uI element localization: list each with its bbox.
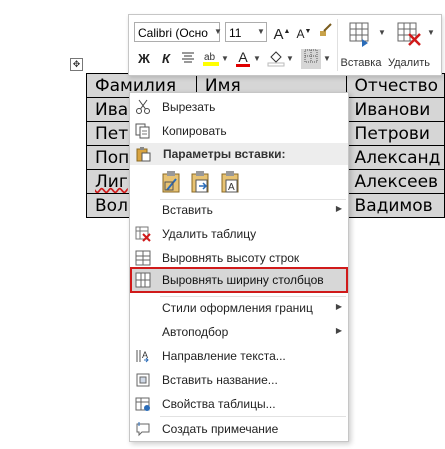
distribute-columns-icon xyxy=(135,272,151,288)
shrink-font-button[interactable]: A▼ xyxy=(294,22,314,42)
table-cell[interactable]: Александ xyxy=(345,145,445,170)
delete-table-icon xyxy=(397,22,421,46)
menu-item-label: Удалить таблицу xyxy=(162,227,257,241)
highlight-dropdown-icon[interactable]: ▼ xyxy=(219,49,231,69)
shrink-font-label: A xyxy=(296,27,305,41)
menu-item-autofit[interactable]: Автоподбор ▶ xyxy=(130,321,348,343)
font-name-dropdown-icon[interactable]: ▼ xyxy=(212,22,224,42)
scissors-icon xyxy=(136,99,150,114)
new-comment-icon xyxy=(136,422,150,437)
table-cell[interactable]: Иванови xyxy=(345,97,445,122)
insert-caption-icon xyxy=(136,373,150,387)
text-direction-icon: A xyxy=(136,350,149,363)
toolbar-divider xyxy=(337,19,338,71)
shading-button[interactable] xyxy=(266,49,286,69)
context-menu: Вырезать Копировать Параметры вставки: A… xyxy=(129,92,349,442)
mini-toolbar: Calibri (Осно ▼ 11 ▼ A▲ A▼ Ж К ab ▼ А ▼ xyxy=(128,14,442,76)
delete-table-icon xyxy=(135,226,151,242)
menu-item-label: Вырезать xyxy=(162,100,216,114)
spellcheck-text: Лиг xyxy=(95,171,128,192)
font-name-input[interactable]: Calibri (Осно xyxy=(134,22,220,42)
delete-label: Удалить xyxy=(388,57,430,69)
paste-options-header: Параметры вставки: xyxy=(130,143,348,165)
shading-dropdown-icon[interactable]: ▼ xyxy=(284,49,296,69)
distribute-rows-icon xyxy=(135,250,151,266)
menu-item-new-comment[interactable]: Создать примечание xyxy=(130,418,348,440)
highlighter-icon: ab xyxy=(203,52,219,66)
font-color-label: А xyxy=(238,49,248,65)
menu-separator xyxy=(160,416,346,417)
grow-font-button[interactable]: A▲ xyxy=(272,22,292,43)
menu-item-distribute-rows[interactable]: Выровнять высоту строк xyxy=(130,247,348,269)
menu-item-insert-caption[interactable]: Вставить название... xyxy=(130,369,348,391)
menu-item-label: Выровнять ширину столбцов xyxy=(162,273,324,287)
menu-item-label: Вставить название... xyxy=(162,373,278,387)
submenu-arrow-icon: ▶ xyxy=(335,204,342,213)
menu-item-label: Стили оформления границ xyxy=(162,301,313,315)
borders-button[interactable] xyxy=(301,49,321,69)
insert-label: Вставка xyxy=(340,57,382,69)
table-cell[interactable]: Отчество xyxy=(345,73,445,98)
submenu-arrow-icon: ▶ xyxy=(335,302,342,311)
paste-keep-formatting-icon[interactable] xyxy=(161,170,183,194)
menu-item-distribute-columns[interactable]: Выровнять ширину столбцов xyxy=(130,267,348,293)
svg-text:ab: ab xyxy=(204,52,216,63)
menu-item-insert[interactable]: Вставить ▶ xyxy=(130,199,348,221)
menu-item-text-direction[interactable]: A Направление текста... xyxy=(130,345,348,367)
menu-item-label: Создать примечание xyxy=(162,422,279,436)
insert-table-icon xyxy=(349,22,369,47)
svg-text:A: A xyxy=(228,182,235,193)
font-color-swatch xyxy=(236,64,250,67)
font-color-button[interactable]: А xyxy=(233,47,253,67)
table-properties-icon xyxy=(135,397,150,411)
font-color-dropdown-icon[interactable]: ▼ xyxy=(251,49,263,69)
bold-button[interactable]: Ж xyxy=(134,49,154,69)
italic-button[interactable]: К xyxy=(156,49,176,69)
menu-item-label: Свойства таблицы... xyxy=(162,397,276,411)
menu-item-copy[interactable]: Копировать xyxy=(130,120,348,142)
menu-item-label: Копировать xyxy=(162,124,227,138)
menu-item-table-properties[interactable]: Свойства таблицы... xyxy=(130,393,348,415)
table-cell[interactable]: Вадимов xyxy=(345,193,445,218)
paint-bucket-icon xyxy=(267,51,285,67)
font-size-dropdown-icon[interactable]: ▼ xyxy=(255,22,267,42)
paste-text-only-icon[interactable]: A xyxy=(220,170,242,194)
delete-dropdown-icon[interactable]: ▼ xyxy=(425,23,437,43)
copy-icon xyxy=(135,123,150,139)
align-center-icon xyxy=(182,52,194,63)
borders-dropdown-icon[interactable]: ▼ xyxy=(321,49,333,69)
table-cell[interactable]: Петрови xyxy=(345,121,445,146)
submenu-arrow-icon: ▶ xyxy=(335,326,342,335)
paste-merge-formatting-icon[interactable] xyxy=(190,170,212,194)
format-painter-button[interactable] xyxy=(316,22,336,42)
menu-item-label: Вставить xyxy=(162,203,213,217)
grow-font-label: A xyxy=(273,26,284,43)
paste-icon xyxy=(136,147,151,162)
menu-item-label: Автоподбор xyxy=(162,325,229,339)
borders-icon xyxy=(304,49,318,63)
menu-item-border-styles[interactable]: Стили оформления границ ▶ xyxy=(130,297,348,319)
menu-item-cut[interactable]: Вырезать xyxy=(130,96,348,118)
menu-item-delete-table[interactable]: Удалить таблицу xyxy=(130,223,348,245)
highlight-button[interactable]: ab xyxy=(201,49,221,69)
menu-item-label: Выровнять высоту строк xyxy=(162,251,300,265)
table-cell[interactable]: Алексеев xyxy=(345,169,445,194)
menu-item-label: Направление текста... xyxy=(162,349,286,363)
paste-options-label: Параметры вставки: xyxy=(163,147,286,161)
format-painter-icon xyxy=(320,23,332,36)
table-move-handle[interactable]: ✥ xyxy=(70,58,83,71)
center-align-button[interactable] xyxy=(178,49,198,69)
